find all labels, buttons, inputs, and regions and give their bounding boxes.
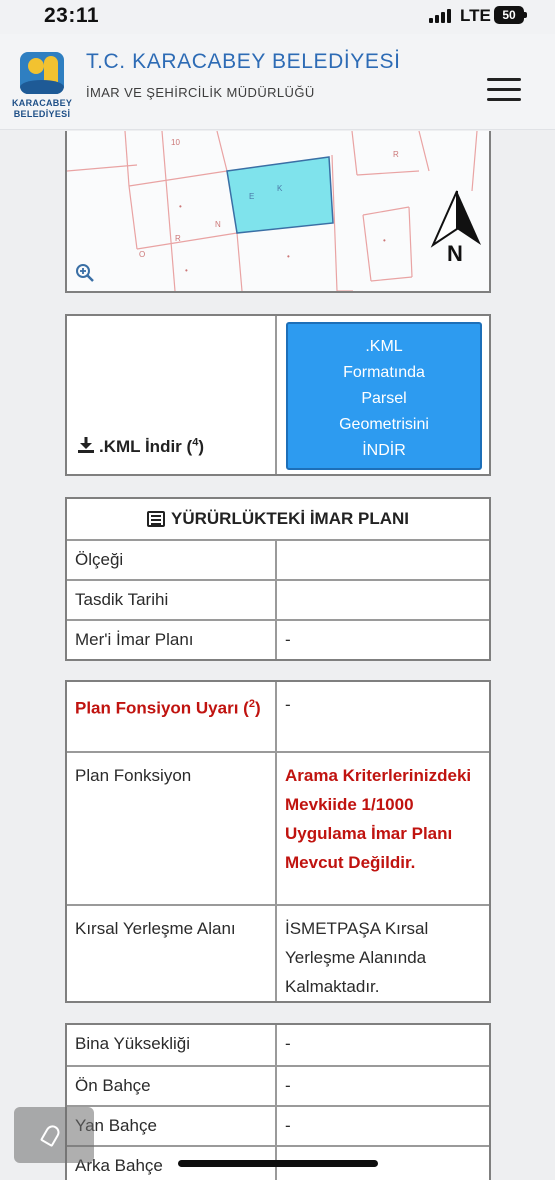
row-label: Bina Yüksekliği <box>67 1025 277 1065</box>
row-value: - <box>285 1116 291 1135</box>
north-label: N <box>447 241 463 266</box>
logo-emblem-icon <box>20 52 64 94</box>
svg-text:•: • <box>185 266 188 275</box>
site-header: KARACABEY BELEDİYESİ T.C. KARACABEY BELE… <box>0 34 555 130</box>
svg-text:•: • <box>383 236 386 245</box>
row-value: - <box>285 1034 291 1053</box>
svg-text:O: O <box>139 250 145 259</box>
table-row: Ölçeği <box>67 539 489 579</box>
table-row: Plan Fonsiyon Uyarı (2) - <box>67 682 489 751</box>
rural-area-label: Kırsal Yerleşme Alanı <box>67 906 277 1001</box>
row-label: Ölçeği <box>67 541 277 579</box>
table-row: Ön Bahçe - <box>67 1065 489 1105</box>
svg-text:R: R <box>175 234 181 243</box>
pen-icon <box>39 1122 63 1148</box>
table-row: Plan Fonksiyon Arama Kriterlerinizdeki M… <box>67 751 489 904</box>
plan-function-value: Arama Kriterlerinizdeki Mevkiide 1/1000 … <box>285 766 472 872</box>
kml-button-line: Geometrisini <box>339 416 429 433</box>
kml-download-label: .KML İndir <box>99 437 182 456</box>
row-value: - <box>285 1076 291 1095</box>
plan-function-label: Plan Fonksiyon <box>67 753 277 904</box>
table-row: Bina Yüksekliği - <box>67 1025 489 1065</box>
zoning-plan-table: YÜRÜRLÜKTEKİ İMAR PLANI Ölçeği Tasdik Ta… <box>65 497 491 661</box>
network-type: LTE <box>460 6 491 25</box>
table-title: YÜRÜRLÜKTEKİ İMAR PLANI <box>171 509 409 528</box>
logo-line-1: KARACABEY <box>12 98 73 108</box>
table-row: Tasdik Tarihi <box>67 579 489 619</box>
plan-function-table: Plan Fonsiyon Uyarı (2) - Plan Fonksiyon… <box>65 680 491 1003</box>
row-label: Tasdik Tarihi <box>67 581 277 619</box>
svg-text:N: N <box>215 220 221 229</box>
parcel-map[interactable]: 10 • R N • O • R • E K N <box>65 131 491 293</box>
svg-text:K: K <box>277 184 283 193</box>
row-value: - <box>285 630 291 649</box>
kml-button-line: Formatında <box>343 364 425 381</box>
north-arrow-icon: N <box>429 189 485 269</box>
site-title[interactable]: T.C. KARACABEY BELEDİYESİ <box>86 50 401 74</box>
municipality-logo[interactable]: KARACABEY BELEDİYESİ <box>12 48 72 128</box>
home-indicator[interactable] <box>178 1160 378 1167</box>
kml-button-line: .KML <box>365 338 403 355</box>
plan-warning-label: Plan Fonsiyon Uyarı (2) <box>67 682 277 751</box>
floating-thumbnail[interactable] <box>14 1107 94 1163</box>
magnify-plus-icon[interactable] <box>75 263 95 283</box>
kml-button-line: İNDİR <box>362 442 406 459</box>
battery-icon: 50 <box>494 6 527 24</box>
svg-text:•: • <box>179 202 182 211</box>
kml-parcel-download-button[interactable]: .KML Formatında Parsel Geometrisini İNDİ… <box>286 322 482 470</box>
building-rules-table: Bina Yüksekliği - Ön Bahçe - Yan Bahçe -… <box>65 1023 491 1180</box>
plan-warning-value: - <box>285 695 291 714</box>
signal-icon <box>429 9 453 23</box>
status-bar: 23:11 LTE 50 <box>0 0 555 34</box>
kml-download-table: .KML İndir (4) .KML Formatında Parsel Ge… <box>65 314 491 476</box>
row-value <box>277 541 489 579</box>
warning-footnote: 2 <box>248 698 255 710</box>
row-label: Mer'i İmar Planı <box>67 621 277 659</box>
kml-button-line: Parsel <box>361 390 407 407</box>
row-value <box>277 581 489 619</box>
table-row: Yan Bahçe - <box>67 1105 489 1145</box>
clock: 23:11 <box>44 4 100 27</box>
logo-line-2: BELEDİYESİ <box>13 109 71 119</box>
download-icon <box>77 436 95 454</box>
hamburger-menu-icon[interactable] <box>487 78 521 102</box>
svg-text:R: R <box>393 150 399 159</box>
table-header: YÜRÜRLÜKTEKİ İMAR PLANI <box>67 499 489 539</box>
site-subtitle: İMAR VE ŞEHİRCİLİK MÜDÜRLÜĞÜ <box>86 85 315 100</box>
svg-text:10: 10 <box>171 138 180 147</box>
table-row: Mer'i İmar Planı - <box>67 619 489 659</box>
kml-footnote: 4 <box>192 436 199 449</box>
table-row: Kırsal Yerleşme Alanı İSMETPAŞA Kırsal Y… <box>67 904 489 1001</box>
svg-text:E: E <box>249 192 254 201</box>
rural-area-value: İSMETPAŞA Kırsal Yerleşme Alanında Kalma… <box>285 919 429 996</box>
row-label: Ön Bahçe <box>67 1067 277 1105</box>
row-label: Yan Bahçe <box>67 1107 277 1145</box>
kml-download-link[interactable]: .KML İndir (4) <box>77 436 204 457</box>
list-icon <box>147 511 165 527</box>
svg-text:•: • <box>287 252 290 261</box>
